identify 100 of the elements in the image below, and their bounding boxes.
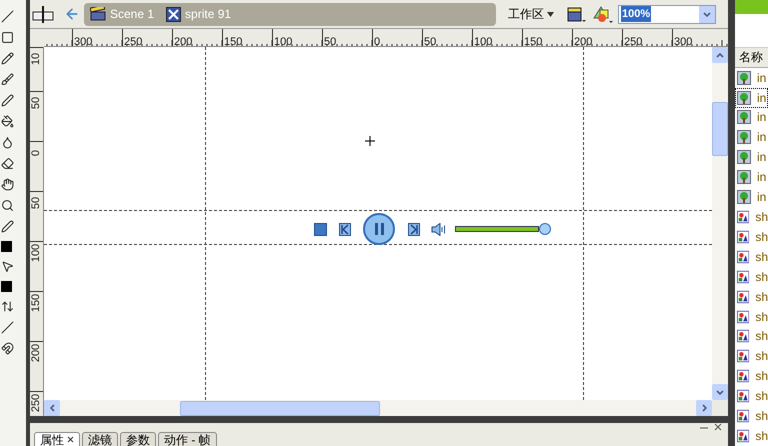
library-item[interactable]: in xyxy=(735,88,768,108)
line-tool-icon[interactable] xyxy=(1,10,14,23)
stroke-color-swatch[interactable] xyxy=(1,241,12,252)
item-name: sh xyxy=(755,388,768,406)
scene-menu-icon[interactable] xyxy=(566,5,586,23)
symbol-menu-icon[interactable] xyxy=(592,4,614,24)
chevron-down-icon xyxy=(716,390,724,394)
hand-tool-icon[interactable] xyxy=(1,178,14,191)
item-name: sh xyxy=(755,288,768,306)
library-item[interactable]: in xyxy=(735,187,768,208)
library-item[interactable]: sh xyxy=(735,366,768,386)
item-name: in xyxy=(757,90,766,107)
brush-tool-icon[interactable] xyxy=(1,73,14,86)
library-item[interactable]: in xyxy=(735,108,768,128)
ruler-label: 0 xyxy=(30,149,42,156)
volume-thumb[interactable] xyxy=(539,223,551,235)
panel-tab[interactable]: 参数 xyxy=(120,432,156,446)
library-item[interactable]: sh xyxy=(735,286,768,307)
pause-button[interactable] xyxy=(363,213,395,245)
ruler-label: 200 xyxy=(174,36,192,46)
item-name: sh xyxy=(755,428,768,445)
library-item[interactable]: sh xyxy=(735,207,768,227)
swap-colors-icon[interactable] xyxy=(1,300,14,313)
panel-tab[interactable]: 滤镜 xyxy=(82,432,118,446)
scroll-down-button[interactable] xyxy=(712,384,728,400)
bitmap-icon xyxy=(737,70,751,85)
dropdown-caret-icon xyxy=(547,12,554,16)
item-name: sh xyxy=(755,308,768,326)
library-item[interactable]: sh xyxy=(735,326,768,346)
panel-tab[interactable]: 动作 - 帧 xyxy=(158,432,217,446)
ruler-label: 50 xyxy=(324,36,336,46)
scroll-up-button[interactable] xyxy=(712,47,728,63)
bitmap-icon xyxy=(737,190,751,204)
pencil-tool-icon[interactable] xyxy=(1,52,14,65)
pause-icon xyxy=(374,223,384,235)
library-item[interactable]: in xyxy=(735,68,768,88)
panel-tab[interactable]: 属性 xyxy=(34,432,80,446)
ruler-label: 300 xyxy=(674,36,692,46)
rectangle-tool-icon[interactable] xyxy=(1,31,14,44)
item-name: in xyxy=(757,109,766,126)
back-arrow-icon[interactable] xyxy=(64,6,80,22)
zoom-dropdown-button[interactable] xyxy=(699,6,715,22)
library-item[interactable]: sh xyxy=(735,246,768,267)
bitmap-icon xyxy=(737,90,751,105)
library-item[interactable]: sh xyxy=(735,266,768,287)
item-name: in xyxy=(757,129,766,146)
bitmap-icon xyxy=(737,170,751,184)
ruler-label: 100 xyxy=(30,243,42,262)
library-item[interactable]: sh xyxy=(735,226,768,247)
volume-slider[interactable] xyxy=(455,223,551,235)
speaker-icon[interactable] xyxy=(431,222,446,236)
ruler-label: 10 xyxy=(30,52,42,65)
chevron-right-icon xyxy=(702,404,706,412)
item-name: sh xyxy=(755,368,768,386)
library-header: 名称 xyxy=(735,48,768,68)
item-name: sh xyxy=(755,209,768,226)
close-icon[interactable] xyxy=(67,436,74,443)
library-item[interactable]: in xyxy=(735,147,768,168)
magnet-icon[interactable] xyxy=(1,342,14,355)
next-icon[interactable] xyxy=(408,222,420,236)
eraser-icon[interactable] xyxy=(1,157,14,170)
item-name: in xyxy=(757,149,766,166)
workspace-menu[interactable]: 工作区 xyxy=(508,5,554,23)
zoom-tool-icon[interactable] xyxy=(1,199,14,212)
item-name: sh xyxy=(755,228,768,246)
vertical-scrollbar[interactable] xyxy=(712,47,728,400)
previous-icon[interactable] xyxy=(339,222,351,236)
library-item[interactable]: in xyxy=(735,167,768,188)
scroll-thumb[interactable] xyxy=(712,102,728,156)
fill-color-swatch[interactable] xyxy=(1,281,12,292)
library-item[interactable]: in xyxy=(735,127,768,148)
zoom-field[interactable]: 100% xyxy=(618,4,716,24)
scroll-thumb[interactable] xyxy=(180,400,380,416)
panel-header-bar xyxy=(735,0,768,14)
paint-bucket-icon[interactable] xyxy=(1,115,14,128)
ruler-label: 300 xyxy=(74,36,92,46)
scroll-right-button[interactable] xyxy=(696,400,712,416)
scroll-left-button[interactable] xyxy=(44,400,60,416)
crosshair-icon xyxy=(365,136,375,146)
pen-tool-icon[interactable] xyxy=(1,94,14,107)
ruler-label: 50 xyxy=(30,96,42,109)
pointer-icon[interactable] xyxy=(1,260,14,273)
timeline-icon[interactable] xyxy=(32,4,54,24)
ruler-label: 150 xyxy=(224,36,242,46)
library-item[interactable]: sh xyxy=(735,346,768,366)
library-item[interactable]: sh xyxy=(735,386,768,406)
item-name: sh xyxy=(755,248,768,266)
bitmap-icon xyxy=(737,150,751,164)
pen-icon[interactable] xyxy=(1,220,14,233)
eyedropper-icon[interactable] xyxy=(1,136,14,149)
bitmap-icon xyxy=(737,130,751,144)
ruler-label: 200 xyxy=(574,36,592,46)
library-item[interactable]: sh xyxy=(735,426,768,446)
stop-button[interactable] xyxy=(314,222,327,236)
close-icon[interactable] xyxy=(714,423,722,431)
ruler-label: 50 xyxy=(424,36,436,46)
item-name: sh xyxy=(755,268,768,286)
library-item[interactable]: sh xyxy=(735,406,768,426)
horizontal-scrollbar[interactable] xyxy=(44,400,712,416)
library-item[interactable]: sh xyxy=(735,306,768,326)
